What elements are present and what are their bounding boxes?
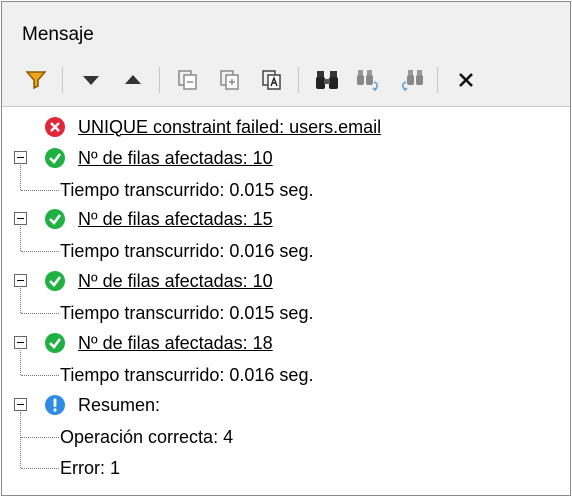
elapsed-time: Tiempo transcurrido: 0.015 seg. [60,302,314,323]
affected-rows[interactable]: Nº de filas afectadas: 15 [78,205,273,233]
find-prev-button[interactable] [393,64,429,96]
tree-line [21,251,59,252]
prev-up-icon [125,75,141,84]
collapse-toggle[interactable] [14,398,27,411]
success-icon [45,209,65,229]
toolbar [18,62,560,98]
tree-line [21,468,59,469]
collapse-toggle[interactable] [14,336,27,349]
filter-icon [25,71,47,90]
tree-line [21,437,59,438]
next-down-icon [83,76,99,85]
collapse-toggle[interactable] [14,212,27,225]
elapsed-time: Tiempo transcurrido: 0.016 seg. [60,364,314,385]
elapsed-time: Tiempo transcurrido: 0.015 seg. [60,179,314,200]
summary-error: Error: 1 [60,457,121,478]
tree-line [20,226,21,251]
copy-all-button[interactable] [212,64,248,96]
toolbar-separator [437,67,438,93]
tree-line [20,350,21,375]
close-icon [459,73,473,87]
message-panel: Mensaje UNIQUE constraint failed: users.… [1,1,571,496]
collapse-toggle[interactable] [14,151,27,164]
copy-selected-button[interactable] [170,64,206,96]
affected-rows[interactable]: Nº de filas afectadas: 10 [78,267,273,295]
tree-line [21,190,59,191]
success-icon [45,271,65,291]
prev-message-button[interactable] [115,64,151,96]
copy-all-icon [220,70,239,90]
tree-line [20,165,21,190]
tree-line [21,313,59,314]
copy-text-button[interactable] [254,64,290,96]
error-message[interactable]: UNIQUE constraint failed: users.email [78,113,381,141]
info-icon [45,395,65,415]
tree-line [20,412,21,468]
success-icon [45,148,65,168]
find-next-icon [357,70,379,92]
toolbar-separator [62,67,63,93]
panel-header: Mensaje [2,2,570,107]
find-button[interactable] [309,64,345,96]
tree-line [20,288,21,313]
affected-rows[interactable]: Nº de filas afectadas: 10 [78,144,273,172]
success-icon [45,333,65,353]
affected-rows[interactable]: Nº de filas afectadas: 18 [78,329,273,357]
find-next-button[interactable] [351,64,387,96]
message-tree: UNIQUE constraint failed: users.email Nº… [2,107,570,495]
tree-line [21,375,59,376]
collapse-toggle[interactable] [14,274,27,287]
toolbar-separator [159,67,160,93]
filter-button[interactable] [18,64,54,96]
toolbar-separator [298,67,299,93]
summary-label: Resumen: [78,394,161,415]
error-icon [45,117,65,137]
elapsed-time: Tiempo transcurrido: 0.016 seg. [60,240,314,261]
summary-ok: Operación correcta: 4 [60,426,234,447]
copy-selected-icon [178,70,197,90]
panel-title: Mensaje [22,24,94,45]
close-button[interactable] [448,64,484,96]
find-icon [316,71,338,89]
copy-text-icon [262,70,281,90]
next-message-button[interactable] [73,64,109,96]
find-prev-icon [401,70,423,92]
